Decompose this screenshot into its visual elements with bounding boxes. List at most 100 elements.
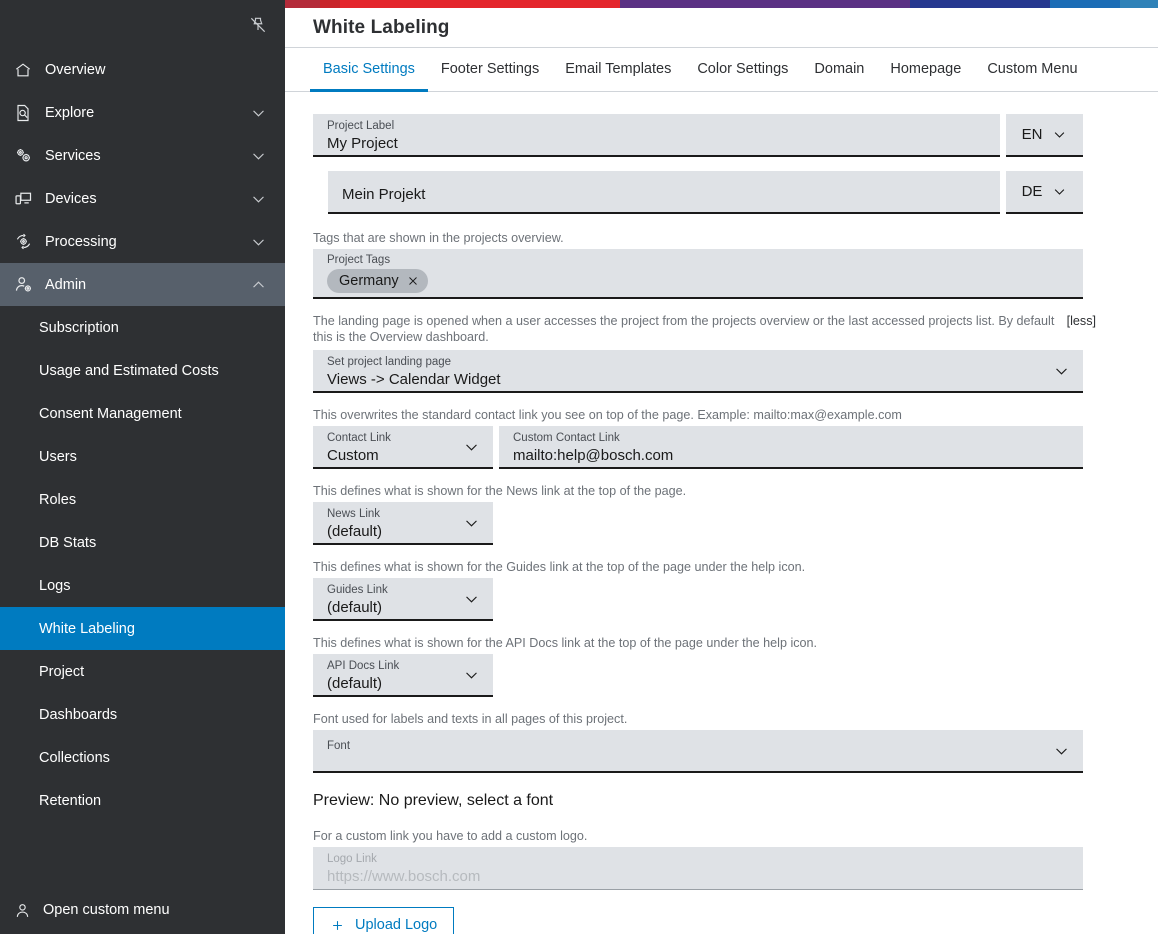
landing-page-select[interactable]: Set project landing page Views -> Calend…	[313, 350, 1083, 393]
segment-light-blue	[1120, 0, 1158, 8]
logo-link-helper: For a custom link you have to add a cust…	[285, 828, 1158, 844]
project-tags-field[interactable]: Project Tags Germany	[313, 249, 1083, 299]
sidebar-item-label: Services	[45, 148, 101, 164]
sidebar-item-devices[interactable]: Devices	[0, 177, 285, 220]
api-docs-link-select[interactable]: API Docs Link (default)	[313, 654, 493, 697]
project-label-field[interactable]: Project Label My Project	[313, 114, 1000, 157]
tab-label: Basic Settings	[323, 61, 415, 77]
guides-link-select[interactable]: Guides Link (default)	[313, 578, 493, 621]
chevron-down-icon	[1053, 362, 1070, 379]
sidebar-item-retention[interactable]: Retention	[0, 779, 285, 822]
landing-page-row: Set project landing page Views -> Calend…	[285, 350, 1158, 393]
sidebar-item-project[interactable]: Project	[0, 650, 285, 693]
contact-link-value: Custom	[327, 445, 481, 466]
sidebar-item-collections[interactable]: Collections	[0, 736, 285, 779]
api-docs-link-row: API Docs Link (default)	[285, 654, 1158, 697]
sidebar-subnav-list: Subscription Usage and Estimated Costs Con…	[0, 306, 285, 822]
news-link-helper: This defines what is shown for the News …	[285, 483, 1158, 499]
tab-label: Color Settings	[697, 61, 788, 77]
font-select[interactable]: Font	[313, 730, 1083, 773]
chevron-down-icon	[1053, 742, 1070, 759]
sidebar-item-white-labeling[interactable]: White Labeling	[0, 607, 285, 650]
sidebar-item-logs[interactable]: Logs	[0, 564, 285, 607]
project-tags-row: Project Tags Germany	[285, 249, 1158, 299]
sidebar-item-consent-management[interactable]: Consent Management	[0, 392, 285, 435]
sidebar-item-label: Explore	[45, 105, 94, 121]
tab-label: Homepage	[890, 61, 961, 77]
less-link[interactable]: [less]	[1067, 313, 1096, 345]
tab-label: Custom Menu	[987, 61, 1077, 77]
person-icon	[13, 901, 43, 920]
project-label-translation-language-select[interactable]: DE	[1006, 171, 1083, 214]
font-preview-text: Preview: No preview, select a font	[285, 792, 1158, 810]
sidebar-item-roles[interactable]: Roles	[0, 478, 285, 521]
news-link-select[interactable]: News Link (default)	[313, 502, 493, 545]
project-label-value: My Project	[327, 133, 988, 154]
upload-logo-label: Upload Logo	[355, 917, 437, 933]
logo-link-caption: Logo Link	[327, 853, 1071, 866]
sidebar-item-services[interactable]: Services	[0, 134, 285, 177]
tab-basic-settings[interactable]: Basic Settings	[310, 48, 428, 92]
page-title: White Labeling	[313, 17, 450, 39]
api-docs-link-caption: API Docs Link	[327, 660, 481, 673]
font-helper: Font used for labels and texts in all pa…	[285, 711, 1158, 727]
project-label-row: Project Label My Project EN	[285, 114, 1158, 157]
sidebar-subitem-label: Usage and Estimated Costs	[39, 363, 219, 379]
segment-purple	[620, 0, 910, 8]
chevron-down-icon	[463, 514, 480, 531]
font-caption: Font	[327, 740, 1071, 753]
project-label-language-select[interactable]: EN	[1006, 114, 1083, 157]
sidebar-item-usage-and-estimated-costs[interactable]: Usage and Estimated Costs	[0, 349, 285, 392]
project-label-translation-field[interactable]: Mein Projekt	[328, 171, 1000, 214]
news-link-caption: News Link	[327, 508, 481, 521]
tab-custom-menu[interactable]: Custom Menu	[974, 48, 1090, 92]
plus-icon	[330, 918, 345, 933]
guides-link-caption: Guides Link	[327, 584, 481, 597]
tab-email-templates[interactable]: Email Templates	[552, 48, 684, 92]
tab-color-settings[interactable]: Color Settings	[684, 48, 801, 92]
sidebar-item-subscription[interactable]: Subscription	[0, 306, 285, 349]
api-docs-link-helper: This defines what is shown for the API D…	[285, 635, 1158, 651]
project-label-caption: Project Label	[327, 120, 988, 133]
contact-link-select[interactable]: Contact Link Custom	[313, 426, 493, 469]
home-icon	[13, 60, 43, 80]
chevron-down-icon	[1052, 127, 1067, 142]
sidebar-item-overview[interactable]: Overview	[0, 48, 285, 91]
sidebar-subitem-label: DB Stats	[39, 535, 96, 551]
api-docs-link-value: (default)	[327, 673, 481, 694]
sidebar-item-users[interactable]: Users	[0, 435, 285, 478]
sidebar-subitem-label: Project	[39, 664, 84, 680]
sidebar-item-open-custom-menu[interactable]: Open custom menu	[0, 886, 285, 934]
tab-label: Footer Settings	[441, 61, 539, 77]
sidebar-nav-list: Overview Explore Services DevicesProcessing…	[0, 48, 285, 306]
landing-page-value: Views -> Calendar Widget	[327, 369, 1071, 390]
sidebar-subitem-label: Consent Management	[39, 406, 182, 422]
sidebar-subitem-label: Collections	[39, 750, 110, 766]
sidebar-item-explore[interactable]: Explore	[0, 91, 285, 134]
chevron-up-icon[interactable]	[250, 276, 267, 293]
contact-link-caption: Contact Link	[327, 432, 481, 445]
sidebar-item-admin[interactable]: Admin	[0, 263, 285, 306]
chevron-down-icon[interactable]	[250, 147, 267, 164]
main-content: White Labeling Basic Settings Footer Sett…	[285, 8, 1158, 934]
news-link-row: News Link (default)	[285, 502, 1158, 545]
tab-domain[interactable]: Domain	[801, 48, 877, 92]
upload-logo-button[interactable]: Upload Logo	[313, 907, 454, 934]
sidebar-item-db-stats[interactable]: DB Stats	[0, 521, 285, 564]
project-label-translation-value: Mein Projekt	[342, 184, 988, 205]
segment-red	[340, 0, 620, 8]
tab-homepage[interactable]: Homepage	[877, 48, 974, 92]
sidebar-item-dashboards[interactable]: Dashboards	[0, 693, 285, 736]
custom-contact-link-field[interactable]: Custom Contact Link mailto:help@bosch.co…	[499, 426, 1083, 469]
services-icon	[13, 145, 43, 166]
tags-helper-text: Tags that are shown in the projects over…	[285, 230, 1158, 246]
close-icon[interactable]	[407, 275, 419, 287]
chevron-down-icon[interactable]	[250, 104, 267, 121]
sidebar-item-processing[interactable]: Processing	[0, 220, 285, 263]
tab-footer-settings[interactable]: Footer Settings	[428, 48, 552, 92]
unpin-icon[interactable]	[245, 12, 271, 38]
processing-icon	[13, 231, 43, 252]
chevron-down-icon[interactable]	[250, 233, 267, 250]
chevron-down-icon[interactable]	[250, 190, 267, 207]
project-tags-caption: Project Tags	[327, 254, 1071, 267]
